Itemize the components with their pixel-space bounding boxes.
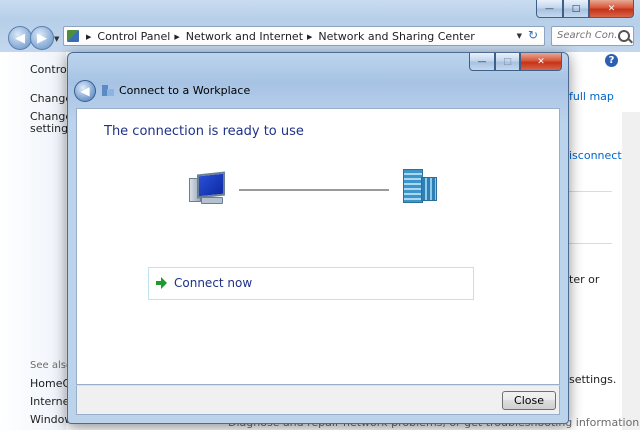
address-bar[interactable]: ▶ Control Panel ▶ Network and Internet ▶… <box>63 26 545 46</box>
workplace-server-icon <box>399 169 441 211</box>
dialog-footer: Close <box>76 385 560 415</box>
divider <box>568 243 612 244</box>
dialog-title: Connect to a Workplace <box>119 84 251 97</box>
disconnect-link[interactable]: isconnect <box>569 149 622 162</box>
close-button[interactable]: Close <box>502 391 556 410</box>
breadcrumb-separator-icon[interactable]: ▶ <box>86 33 91 41</box>
explorer-caption-buttons: — □ ✕ <box>536 0 634 18</box>
computer-icon <box>189 170 229 210</box>
explorer-close-button[interactable]: ✕ <box>589 0 634 18</box>
breadcrumb-separator-icon[interactable]: ▶ <box>174 33 179 41</box>
see-full-map-link[interactable]: full map <box>569 90 614 103</box>
wizard-back-arrow-icon[interactable]: ◀ <box>74 80 96 102</box>
explorer-scrollbar[interactable] <box>622 112 640 430</box>
breadcrumb-network-sharing-center[interactable]: Network and Sharing Center <box>318 30 474 43</box>
help-icon[interactable]: ? <box>605 54 618 67</box>
dialog-caption-buttons: — □ ✕ <box>469 53 562 71</box>
dialog-minimize-button[interactable]: — <box>469 53 495 71</box>
divider <box>568 191 612 192</box>
refresh-icon[interactable]: ↻ <box>524 28 542 44</box>
breadcrumb: ▶ Control Panel ▶ Network and Internet ▶… <box>82 30 475 43</box>
sidebar-item-change-1[interactable]: Change <box>30 92 72 105</box>
connect-to-workplace-dialog: — □ ✕ ◀ Connect to a Workplace The conne… <box>67 52 569 424</box>
connect-now-button[interactable]: Connect now <box>148 267 474 300</box>
search-icon[interactable] <box>618 30 630 42</box>
breadcrumb-network-and-internet[interactable]: Network and Internet <box>186 30 303 43</box>
connection-line <box>239 189 389 191</box>
dialog-body: The connection is ready to use Connect n… <box>76 108 560 385</box>
workplace-building-icon <box>102 83 114 96</box>
control-panel-icon <box>67 30 79 42</box>
connect-now-label: Connect now <box>174 276 253 290</box>
see-also-label: See also <box>30 360 73 371</box>
breadcrumb-separator-icon[interactable]: ▶ <box>307 33 312 41</box>
explorer-maximize-button[interactable]: □ <box>563 0 589 18</box>
search-box[interactable] <box>551 26 634 46</box>
page-title: The connection is ready to use <box>104 124 304 139</box>
breadcrumb-control-panel[interactable]: Control Panel <box>97 30 170 43</box>
recent-pages-chevron-icon[interactable]: ▼ <box>54 35 59 43</box>
green-arrow-icon <box>156 277 167 289</box>
router-or-text: ter or <box>569 273 600 286</box>
explorer-minimize-button[interactable]: — <box>536 0 563 18</box>
address-dropdown-chevron-icon[interactable]: ▼ <box>517 32 522 40</box>
left-pane: Control Panel Home Change Change setting… <box>0 52 139 430</box>
dialog-maximize-button: □ <box>495 53 520 71</box>
search-input[interactable] <box>555 29 621 42</box>
back-arrow-icon[interactable]: ◀ <box>8 26 32 50</box>
forward-arrow-icon[interactable]: ▶ <box>30 26 54 50</box>
dialog-close-x-button[interactable]: ✕ <box>520 53 562 71</box>
settings-text: settings. <box>569 373 617 386</box>
